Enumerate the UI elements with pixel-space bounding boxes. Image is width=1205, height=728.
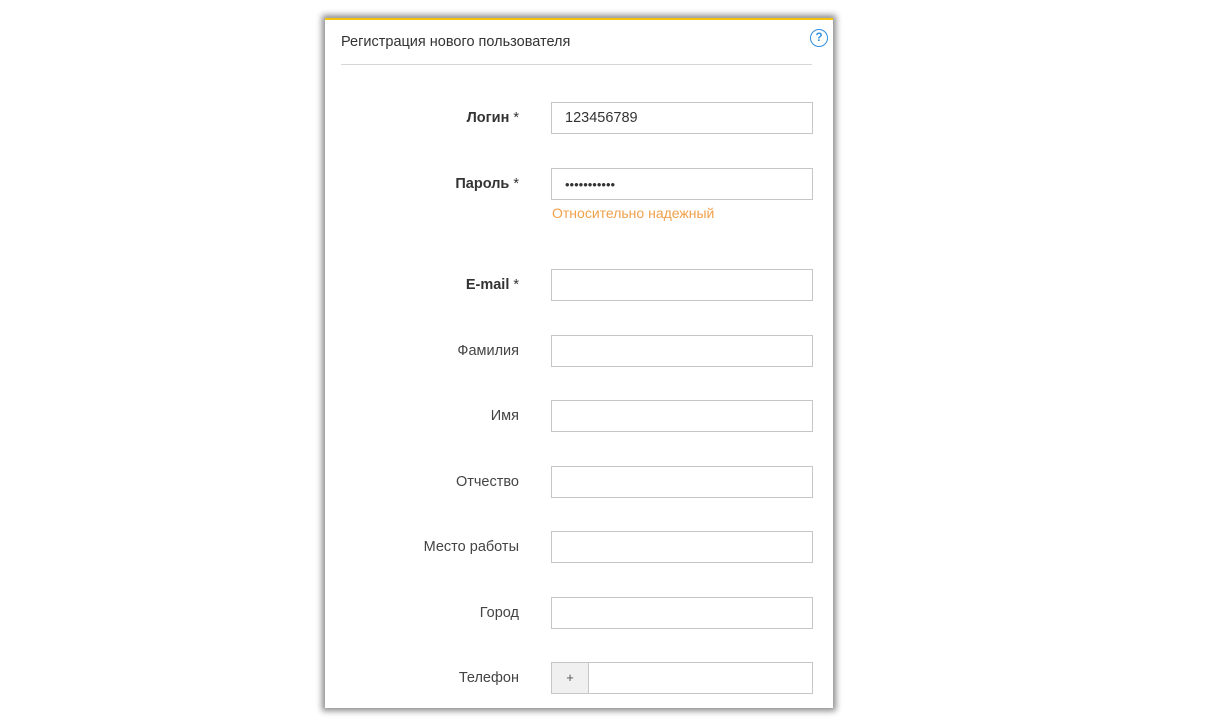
surname-row: Фамилия (325, 335, 833, 367)
login-label-text: Логин (466, 110, 510, 126)
email-input[interactable] (551, 269, 813, 301)
help-icon[interactable]: ? (810, 29, 828, 47)
password-label: Пароль * (455, 168, 519, 200)
required-mark: * (513, 277, 519, 293)
email-label-text: E-mail (465, 277, 510, 293)
password-strength-hint: Относительно надежный (552, 205, 715, 221)
patronymic-row: Отчество (325, 466, 833, 498)
city-label: Город (479, 605, 519, 621)
workplace-input[interactable] (551, 531, 813, 563)
patronymic-input[interactable] (551, 466, 813, 498)
phone-input[interactable] (589, 663, 812, 693)
phone-label: Телефон (458, 670, 519, 686)
city-input[interactable] (551, 597, 813, 629)
email-label: E-mail * (466, 269, 519, 301)
patronymic-label: Отчество (455, 474, 519, 490)
phone-field: + (551, 662, 813, 694)
workplace-row: Место работы (325, 531, 833, 563)
phone-country-prefix[interactable]: + (552, 663, 589, 693)
name-row: Имя (325, 400, 833, 432)
required-mark: * (513, 176, 519, 192)
phone-row: Телефон + (325, 662, 833, 694)
password-label-text: Пароль (455, 176, 510, 192)
panel-title: Регистрация нового пользователя (341, 34, 571, 50)
required-mark: * (513, 110, 519, 126)
name-input[interactable] (551, 400, 813, 432)
name-label: Имя (490, 408, 519, 424)
workplace-label: Место работы (423, 539, 519, 555)
password-input[interactable] (551, 168, 813, 200)
title-divider (341, 64, 812, 65)
email-row: E-mail * (325, 269, 833, 301)
surname-label: Фамилия (457, 343, 519, 359)
city-row: Город (325, 597, 833, 629)
registration-panel: Регистрация нового пользователя ? Логин *… (325, 18, 833, 708)
login-input[interactable] (551, 102, 813, 134)
password-row: Пароль* Относительно надежный (325, 168, 833, 221)
login-label: Логин * (467, 102, 519, 134)
surname-input[interactable] (551, 335, 813, 367)
login-row: Логин * (325, 102, 833, 134)
